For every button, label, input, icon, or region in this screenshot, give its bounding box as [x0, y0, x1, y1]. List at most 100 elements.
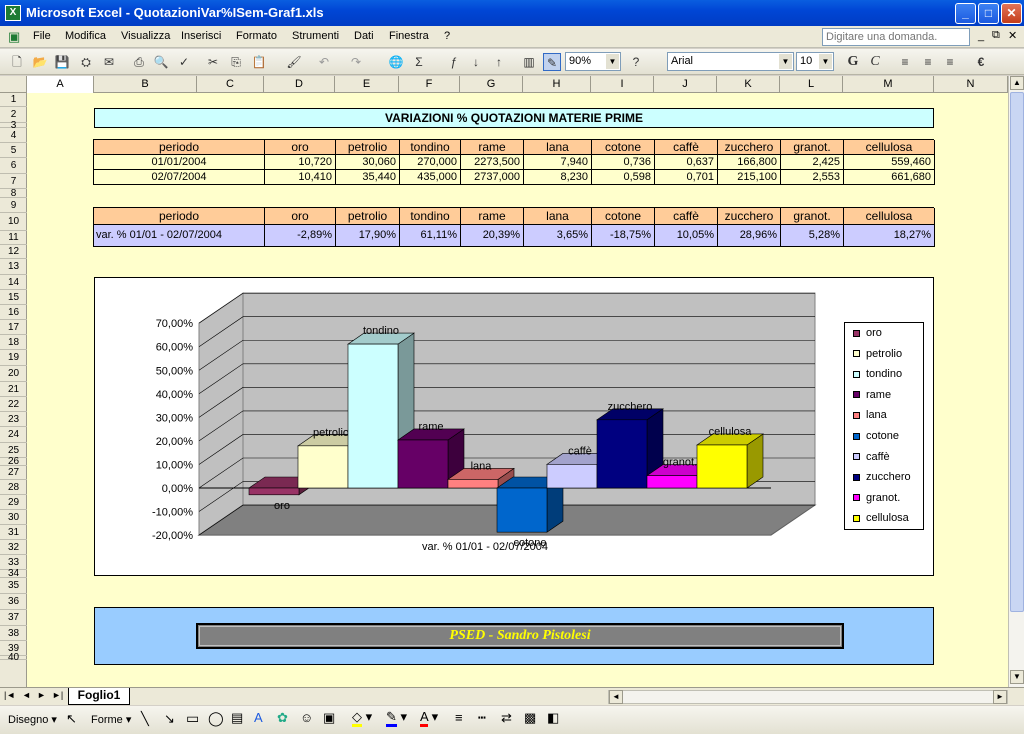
row-header[interactable]: 5 — [0, 143, 27, 158]
table-header-cell[interactable]: tondino — [400, 140, 461, 155]
table-cell[interactable]: 270,000 — [400, 155, 461, 170]
table-cell[interactable]: 0,701 — [655, 170, 718, 185]
row-header[interactable]: 36 — [0, 594, 27, 610]
row-header[interactable]: 18 — [0, 335, 27, 350]
menu-dati[interactable]: Dati — [354, 30, 374, 42]
prev-sheet-icon[interactable]: ◄ — [22, 690, 31, 700]
table-cell[interactable]: -2,89% — [265, 225, 336, 247]
new-icon[interactable]: 🗋 — [8, 53, 26, 71]
column-header-n[interactable]: N — [934, 76, 1008, 93]
menu-strumenti[interactable]: Strumenti — [292, 30, 339, 42]
row-header[interactable]: 13 — [0, 259, 27, 275]
row-header[interactable]: 40 — [0, 653, 27, 663]
table-header-cell[interactable]: rame — [461, 140, 524, 155]
picture-icon[interactable]: ▣ — [323, 710, 335, 726]
table-cell[interactable]: 215,100 — [718, 170, 781, 185]
row-header[interactable]: 37 — [0, 610, 27, 626]
menu-finestra[interactable]: Finestra — [389, 30, 429, 42]
line-style-icon[interactable]: ≡ — [455, 710, 463, 725]
menu-modifica[interactable]: Modifica — [65, 30, 106, 42]
3d-icon[interactable]: ◧ — [547, 710, 559, 726]
scroll-up-icon[interactable]: ▲ — [1010, 76, 1024, 90]
autoshapes-menu[interactable]: Forme ▾ — [91, 713, 131, 726]
column-header-c[interactable]: C — [197, 76, 264, 93]
scroll-down-icon[interactable]: ▼ — [1010, 670, 1024, 684]
table-cell[interactable]: 28,96% — [718, 225, 781, 247]
table-cell[interactable]: 2273,500 — [461, 155, 524, 170]
column-header-d[interactable]: D — [264, 76, 335, 93]
table-cell[interactable]: 2,553 — [781, 170, 844, 185]
oval-icon[interactable]: ◯ — [208, 710, 224, 727]
table-cell[interactable]: 10,410 — [265, 170, 336, 185]
row-header[interactable]: 12 — [0, 245, 27, 259]
table-header-cell[interactable]: lana — [524, 140, 592, 155]
row-header[interactable]: 32 — [0, 540, 27, 555]
euro-icon[interactable]: € — [972, 53, 990, 71]
scroll-left-icon[interactable]: ◄ — [609, 690, 623, 704]
line-icon[interactable]: ╲ — [141, 711, 149, 727]
row-header[interactable]: 14 — [0, 275, 27, 290]
draw-menu[interactable]: Disegno ▾ — [8, 713, 57, 726]
table-cell[interactable]: 661,680 — [844, 170, 935, 185]
menu-file[interactable]: File — [33, 30, 51, 42]
last-sheet-icon[interactable]: ►| — [52, 690, 63, 700]
chart-wizard-icon[interactable]: ▥ — [520, 53, 538, 71]
sort-ascending-icon[interactable]: ↓ — [467, 53, 485, 71]
row-header[interactable]: 17 — [0, 320, 27, 335]
row-header[interactable]: 34 — [0, 569, 27, 579]
table-header-cell[interactable]: zucchero — [718, 208, 781, 225]
table-header-cell[interactable]: caffè — [655, 208, 718, 225]
table-header-cell[interactable]: caffè — [655, 140, 718, 155]
table-header-cell[interactable]: periodo — [94, 208, 265, 225]
sort-descending-icon[interactable]: ↑ — [490, 53, 508, 71]
autosum-icon[interactable]: Σ — [410, 53, 428, 71]
column-header-a[interactable]: A — [27, 76, 94, 93]
table-header-cell[interactable]: petrolio — [336, 208, 400, 225]
workbook-icon[interactable]: ▣ — [8, 29, 20, 45]
column-header-l[interactable]: L — [780, 76, 843, 93]
menu-inserisci[interactable]: Inserisci — [181, 30, 221, 42]
row-header[interactable]: 21 — [0, 382, 27, 397]
table-header-cell[interactable]: oro — [265, 140, 336, 155]
ask-question-input[interactable] — [822, 28, 970, 46]
select-arrow-icon[interactable]: ↖ — [66, 711, 77, 727]
function-icon[interactable]: ƒ — [445, 53, 463, 71]
cut-icon[interactable]: ✂ — [204, 53, 222, 71]
table-cell[interactable]: 2,425 — [781, 155, 844, 170]
scroll-thumb[interactable] — [1010, 92, 1024, 612]
table-cell[interactable]: 18,27% — [844, 225, 935, 247]
column-header-k[interactable]: K — [717, 76, 780, 93]
table-header-cell[interactable]: zucchero — [718, 140, 781, 155]
table-header-cell[interactable]: rame — [461, 208, 524, 225]
row-header[interactable]: 29 — [0, 495, 27, 510]
line-color-icon[interactable]: ✎ ▾ — [386, 709, 407, 727]
table-header-cell[interactable]: oro — [265, 208, 336, 225]
table-cell[interactable]: 7,940 — [524, 155, 592, 170]
row-header[interactable]: 26 — [0, 457, 27, 467]
row-header[interactable]: 23 — [0, 412, 27, 427]
print-icon[interactable]: ⎙ — [130, 53, 148, 71]
table-header-cell[interactable]: periodo — [94, 140, 265, 155]
vertical-scrollbar[interactable]: ▲ ▼ — [1008, 76, 1024, 687]
scroll-right-icon[interactable]: ► — [993, 690, 1007, 704]
open-icon[interactable]: 📂 — [31, 53, 49, 71]
column-header-m[interactable]: M — [843, 76, 934, 93]
first-sheet-icon[interactable]: |◄ — [4, 690, 15, 700]
row-header[interactable]: 8 — [0, 189, 27, 199]
column-header-i[interactable]: I — [591, 76, 654, 93]
tab-foglio1[interactable]: Foglio1 — [68, 688, 130, 705]
row-header[interactable]: 6 — [0, 158, 27, 174]
row-header[interactable]: 1 — [0, 93, 27, 107]
diagram-icon[interactable]: ✿ — [277, 710, 288, 726]
dash-style-icon[interactable]: ┅ — [478, 710, 486, 726]
row-header[interactable]: 19 — [0, 350, 27, 366]
textbox-icon[interactable]: ▤ — [231, 710, 243, 726]
row-header[interactable]: 20 — [0, 366, 27, 382]
chart-area[interactable]: 70,00% 60,00% 50,00% 40,00% 30,00% 20,00% 10,0… — [94, 277, 934, 576]
table-header-cell[interactable]: cellulosa — [844, 140, 935, 155]
align-center-icon[interactable]: ≡ — [919, 53, 937, 71]
table-cell[interactable]: 20,39% — [461, 225, 524, 247]
row-header[interactable]: 38 — [0, 626, 27, 641]
table-cell[interactable]: 2737,000 — [461, 170, 524, 185]
row-header[interactable]: 35 — [0, 578, 27, 594]
